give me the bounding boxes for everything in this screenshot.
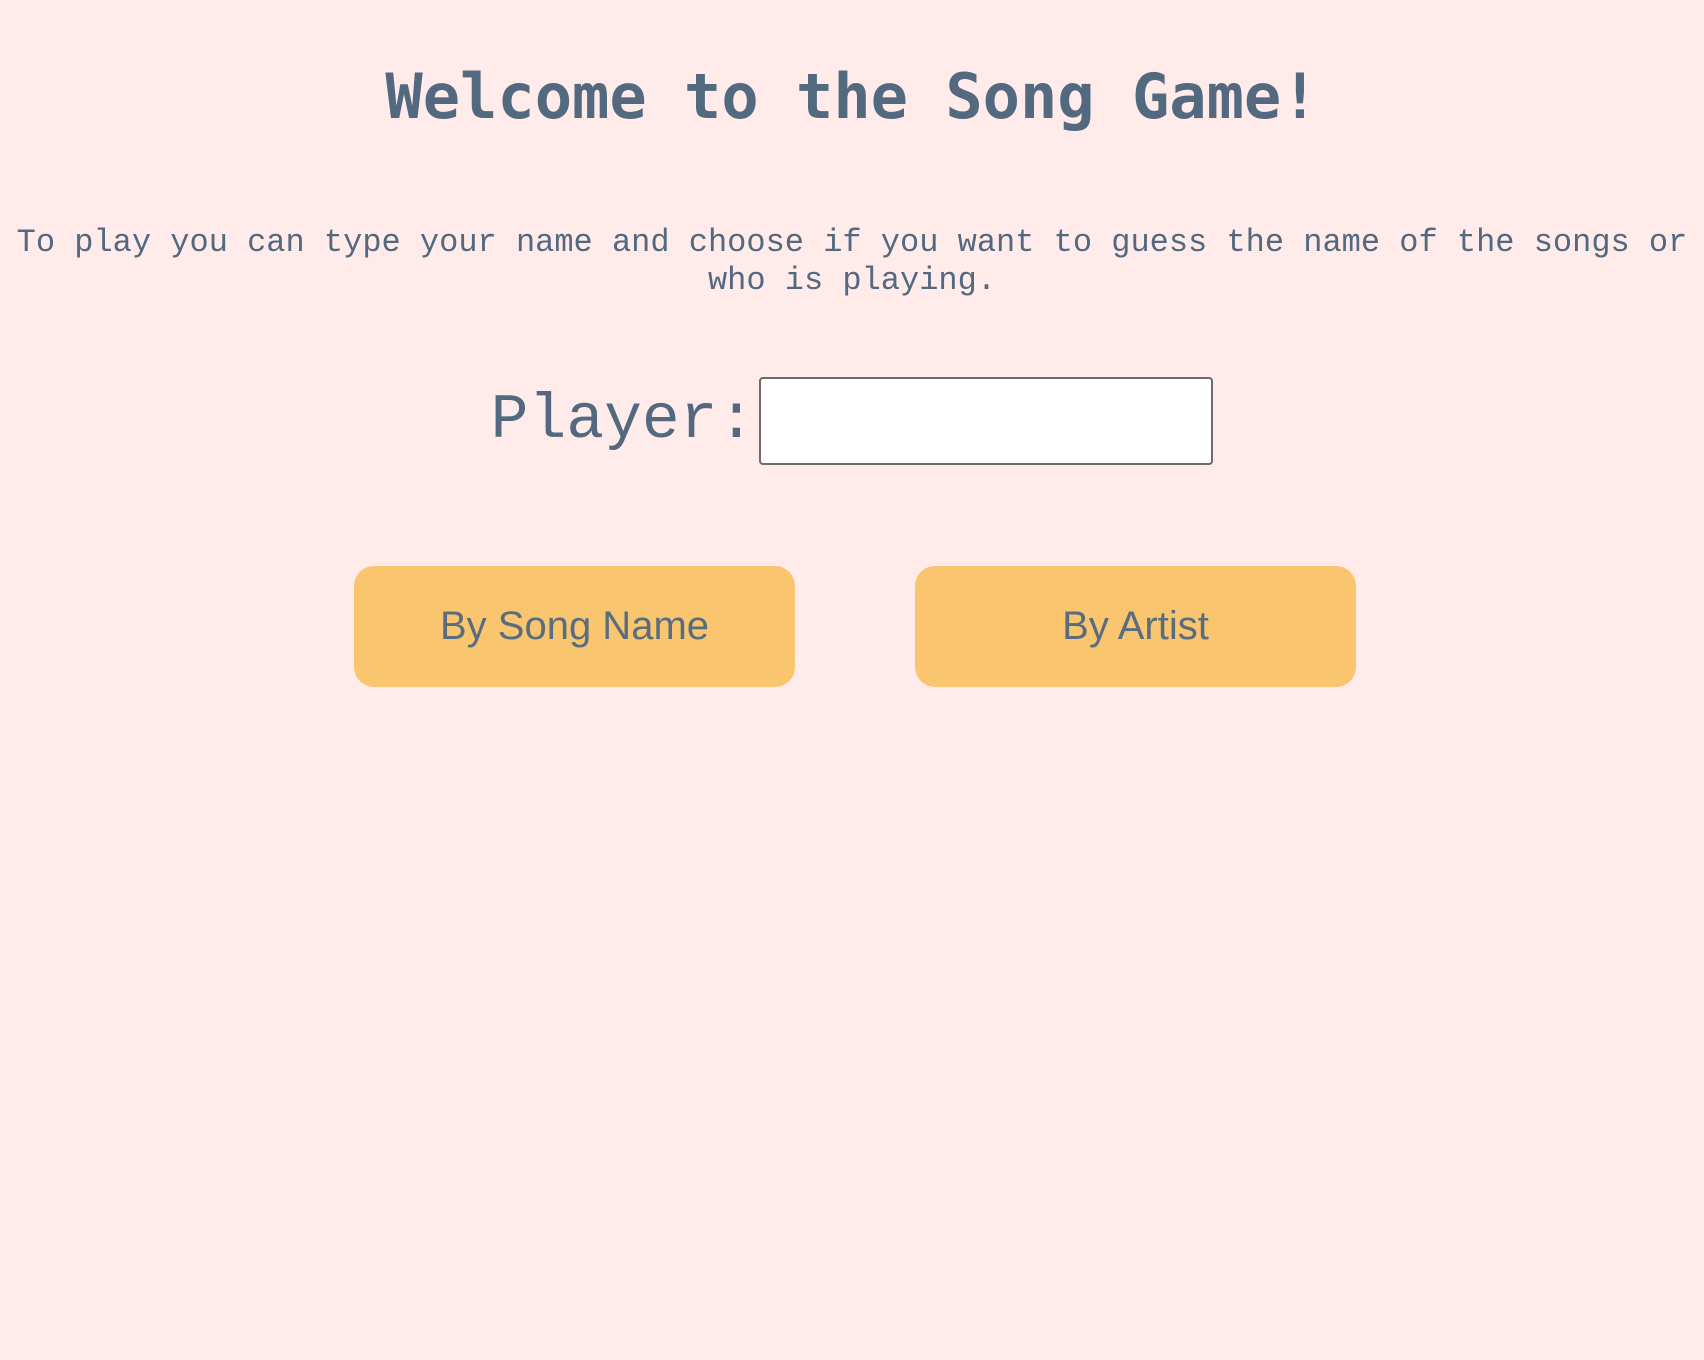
instructions-text: To play you can type your name and choos… <box>16 224 1688 299</box>
welcome-page: Welcome to the Song Game! To play you ca… <box>0 0 1704 1360</box>
player-name-input[interactable] <box>759 377 1214 465</box>
by-song-name-button[interactable]: By Song Name <box>354 566 795 687</box>
player-label: Player: <box>490 385 756 456</box>
page-title: Welcome to the Song Game! <box>385 60 1319 133</box>
by-artist-button[interactable]: By Artist <box>915 566 1356 687</box>
player-row: Player: <box>0 374 1704 468</box>
